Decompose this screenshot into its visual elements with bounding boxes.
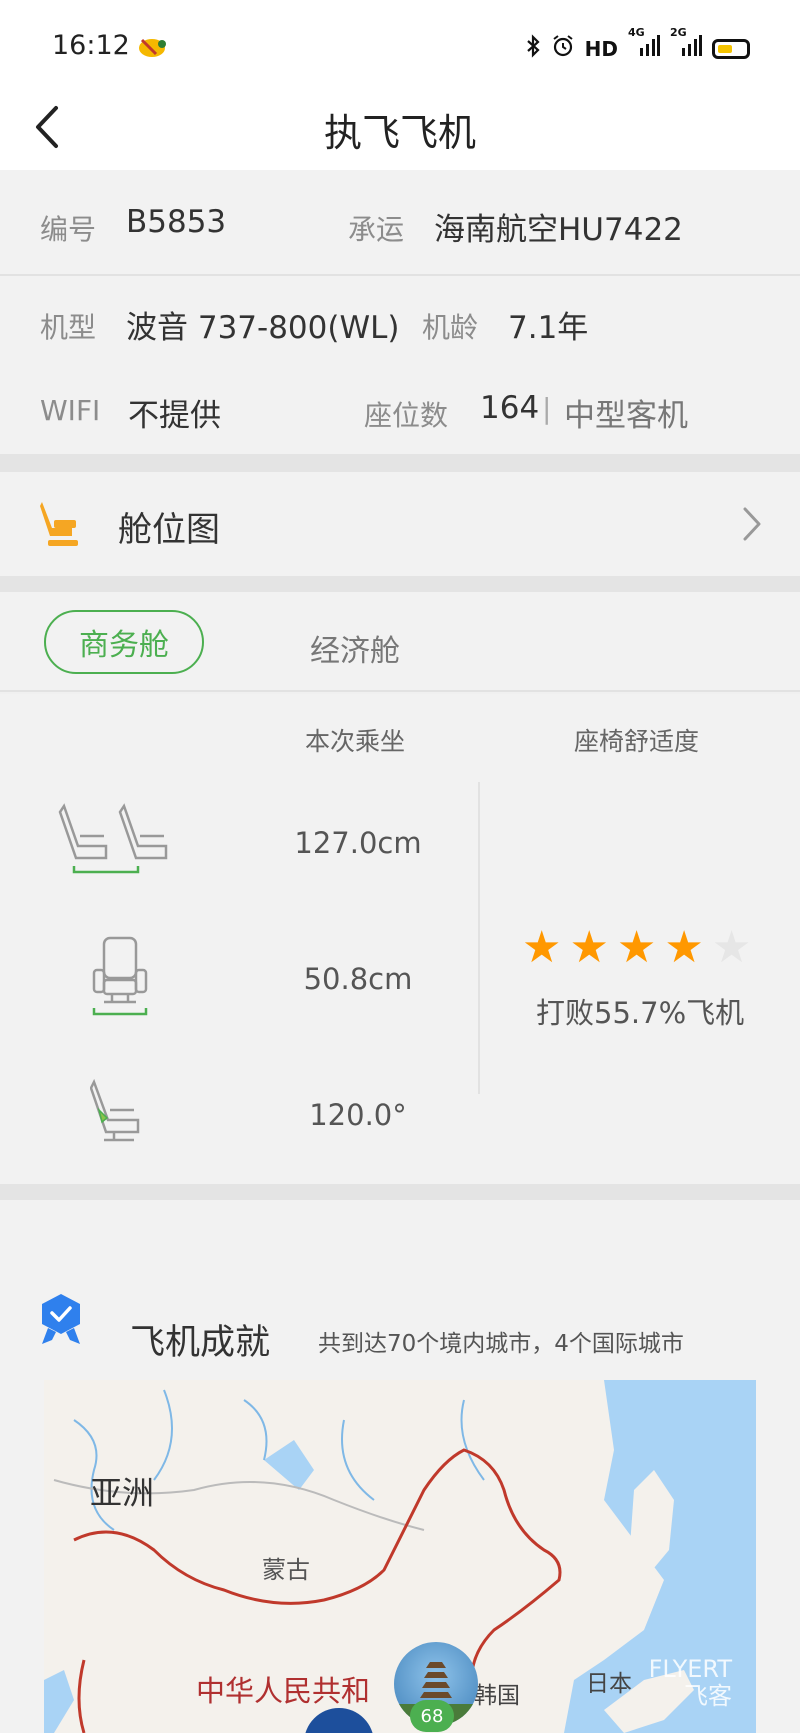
col-current-header: 本次乘坐 [305,727,406,756]
nav-bar: 执飞飞机 [0,96,800,170]
seat-pitch-icon [58,802,182,880]
chevron-right-icon [742,506,762,546]
page-title: 执飞飞机 [323,111,476,155]
signal-4g-icon: 4G [628,26,660,63]
bluetooth-icon [525,34,541,63]
status-bar: 16:12 HD 4G 2G [0,0,800,96]
alarm-icon [551,34,575,63]
map-label-china: 中华人民共和 [196,1674,371,1708]
wifi-value: 不提供 [128,398,221,434]
seats-value: 164 [480,390,540,426]
section-gap [0,576,800,592]
map-label-mongolia: 蒙古 [262,1556,310,1584]
seats-label: 座位数 [364,399,449,432]
seat-recline-icon [89,1078,146,1148]
signal-2g-icon: 2G [670,26,702,63]
comfort-rating: ★ ★ ★ ★ ★ [522,926,751,970]
star-filled-icon: ★ [522,922,562,973]
age-label: 机龄 [422,311,479,344]
section-gap [0,454,800,472]
type-value: 波音 737-800(WL) [126,310,400,346]
hd-indicator: HD [584,36,618,61]
status-time: 16:12 [52,30,130,61]
tab-business[interactable]: 商务舱 [44,610,204,674]
watermark: FLYERT 飞客 [648,1655,732,1710]
type-label: 机型 [40,311,97,344]
achievement-section: 飞机成就 共到达70个境内城市，4个国际城市 亚洲 蒙古 中华人民共和 韩国 日… [0,1200,800,1733]
section-gap [0,1184,800,1200]
seat-map-label: 舱位图 [118,510,220,550]
map-label-korea: 韩国 [474,1683,520,1709]
comfort-beat-text: 打败55.7%飞机 [536,996,745,1030]
carrier-label: 承运 [348,213,405,246]
seats-separator: | [542,392,552,425]
seat-recline-value: 120.0° [309,1098,407,1132]
battery-icon [712,38,750,59]
star-filled-icon: ★ [569,922,609,973]
plane-info-row-2: 机型 波音 737-800(WL) 机龄 7.1年 WIFI 不提供 座位数 1… [0,276,800,454]
city-count-badge: 68 [410,1700,454,1732]
reg-value: B5853 [126,204,227,240]
map-label-asia: 亚洲 [90,1474,155,1512]
star-filled-icon: ★ [616,922,657,973]
notification-app-icon [136,34,170,60]
seat-orange-icon [38,498,82,554]
wifi-label: WIFI [40,394,101,427]
plane-info-row-1: 编号 B5853 承运 海南航空HU7422 [0,170,800,274]
cabin-tabs: 商务舱 经济舱 [0,592,800,692]
status-icons: HD 4G 2G [525,26,750,63]
age-value: 7.1年 [508,310,589,346]
size-value: 中型客机 [564,398,688,434]
column-divider [478,782,480,1094]
tab-economy[interactable]: 经济舱 [310,626,400,670]
seat-width-value: 50.8cm [303,962,413,996]
carrier-value: 海南航空HU7422 [434,212,683,248]
map-label-japan: 日本 [586,1671,632,1697]
achievement-title: 飞机成就 [130,1323,271,1363]
star-empty-icon: ★ [711,922,752,973]
col-comfort-header: 座椅舒适度 [574,727,700,756]
reg-label: 编号 [40,213,97,246]
star-filled-icon: ★ [664,922,704,973]
achievement-subtitle: 共到达70个境内城市，4个国际城市 [318,1331,684,1357]
medal-icon [38,1292,84,1350]
seat-stats: 本次乘坐 座椅舒适度 127.0cm 50.8cm 120.0° ★ ★ ★ ★… [0,694,800,1184]
seat-width-icon [90,934,150,1024]
seat-map-row[interactable]: 舱位图 [0,472,800,576]
seat-pitch-value: 127.0cm [294,826,422,860]
route-map[interactable]: 亚洲 蒙古 中华人民共和 韩国 日本 68 FLYERT 飞客 [44,1380,756,1733]
